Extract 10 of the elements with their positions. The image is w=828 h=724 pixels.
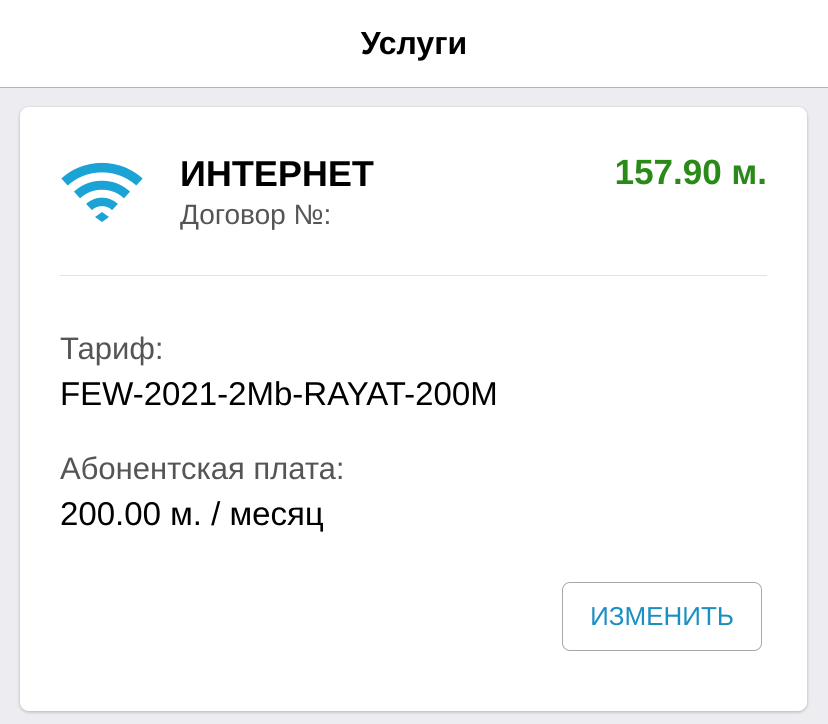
contract-label: Договор №: <box>180 198 332 231</box>
balance-amount: 157.90 м. <box>614 154 767 192</box>
page-title: Услуги <box>360 25 468 62</box>
field-label: Тариф: <box>60 331 164 367</box>
service-name: ИНТЕРНЕТ <box>180 154 375 194</box>
field-value: FEW-2021-2Mb-RAYAT-200M <box>60 375 499 413</box>
wifi-icon <box>60 162 144 222</box>
field-label: Абонентская плата: <box>60 451 346 487</box>
field-value: 200.00 м. / месяц <box>60 495 325 533</box>
change-button[interactable]: ИЗМЕНИТЬ <box>562 582 762 651</box>
